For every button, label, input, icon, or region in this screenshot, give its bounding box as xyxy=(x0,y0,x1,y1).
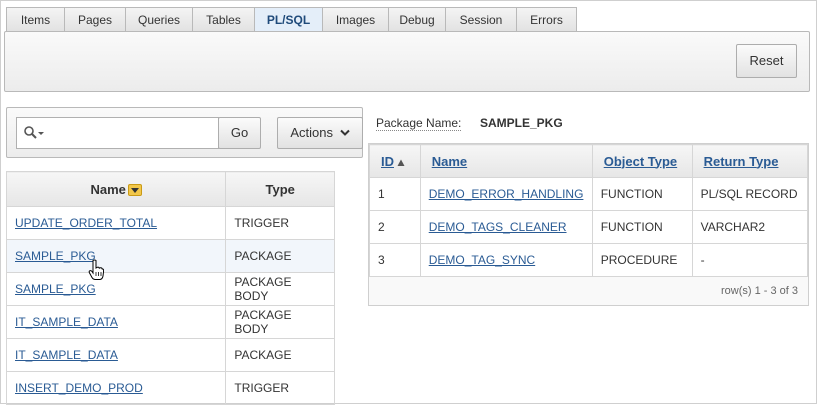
search-input[interactable] xyxy=(49,122,217,146)
search-bar: Go Actions xyxy=(6,107,363,158)
search-icon[interactable] xyxy=(23,125,47,141)
tab-errors[interactable]: Errors xyxy=(516,7,577,31)
object-type-cell: TRIGGER xyxy=(225,371,335,405)
hand-pointer-icon xyxy=(88,259,104,280)
tab-session[interactable]: Session xyxy=(445,7,517,31)
object-type-cell: FUNCTION xyxy=(591,177,693,211)
chevron-down-icon xyxy=(339,129,350,136)
return-type-cell: - xyxy=(691,243,809,277)
package-name-value: SAMPLE_PKG xyxy=(480,116,563,130)
object-link[interactable]: SAMPLE_PKG xyxy=(15,249,96,263)
object-link[interactable]: IT_SAMPLE_DATA xyxy=(15,348,118,362)
member-link[interactable]: DEMO_TAG_SYNC xyxy=(429,253,535,267)
object-link[interactable]: SAMPLE_PKG xyxy=(15,282,96,296)
return-type-cell: VARCHAR2 xyxy=(691,210,809,244)
column-header-id[interactable]: ID xyxy=(369,144,421,178)
column-header-type[interactable]: Type xyxy=(225,171,335,207)
object-type-cell: PACKAGE xyxy=(225,239,335,273)
sort-asc-icon[interactable] xyxy=(397,159,405,167)
column-header-return-type[interactable]: Return Type xyxy=(691,144,809,178)
tab-bar: Items Pages Queries Tables PL/SQL Images… xyxy=(6,7,577,32)
object-type-cell: PACKAGE BODY xyxy=(225,272,335,306)
object-type-cell: PACKAGE xyxy=(225,338,335,372)
column-header-name[interactable]: Name xyxy=(5,171,227,207)
toolbar: Reset xyxy=(4,31,810,92)
tab-images[interactable]: Images xyxy=(322,7,389,31)
search-field[interactable] xyxy=(16,117,219,149)
object-link[interactable]: INSERT_DEMO_PROD xyxy=(15,381,143,395)
member-link[interactable]: DEMO_ERROR_HANDLING xyxy=(429,187,584,201)
tab-debug[interactable]: Debug xyxy=(388,7,446,31)
object-link[interactable]: UPDATE_ORDER_TOTAL xyxy=(15,216,157,230)
tab-tables[interactable]: Tables xyxy=(192,7,255,31)
tab-pages[interactable]: Pages xyxy=(64,7,126,31)
object-type-cell: FUNCTION xyxy=(591,210,693,244)
table-row: INSERT_DEMO_PROD TRIGGER xyxy=(5,371,335,405)
object-type-cell: TRIGGER xyxy=(225,206,335,240)
table-row: UPDATE_ORDER_TOTAL TRIGGER xyxy=(5,206,335,240)
package-name-label: Package Name: xyxy=(376,116,462,131)
object-link[interactable]: IT_SAMPLE_DATA xyxy=(15,315,118,329)
objects-report: Name Type UPDATE_ORDER_TOTAL TRIGGER SAM… xyxy=(5,171,335,405)
table-row: SAMPLE_PKG PACKAGE xyxy=(5,239,335,273)
table-row: 1 DEMO_ERROR_HANDLING FUNCTION PL/SQL RE… xyxy=(369,177,809,211)
table-row: SAMPLE_PKG PACKAGE BODY xyxy=(5,272,335,306)
member-link[interactable]: DEMO_TAGS_CLEANER xyxy=(429,220,567,234)
actions-label: Actions xyxy=(290,125,333,140)
return-type-cell: PL/SQL RECORD xyxy=(691,177,809,211)
actions-menu-button[interactable]: Actions xyxy=(277,117,363,149)
object-type-cell: PACKAGE BODY xyxy=(225,305,335,339)
reset-button[interactable]: Reset xyxy=(736,44,797,78)
tab-items[interactable]: Items xyxy=(6,7,65,31)
table-row: 3 DEMO_TAG_SYNC PROCEDURE - xyxy=(369,243,809,277)
column-header-object-type[interactable]: Object Type xyxy=(591,144,693,178)
tab-queries[interactable]: Queries xyxy=(125,7,193,31)
pagination-info: row(s) 1 - 3 of 3 xyxy=(720,285,798,297)
id-cell: 1 xyxy=(369,177,421,211)
sort-desc-icon[interactable] xyxy=(127,183,142,196)
table-row: 2 DEMO_TAGS_CLEANER FUNCTION VARCHAR2 xyxy=(369,210,809,244)
tab-plsql[interactable]: PL/SQL xyxy=(254,7,323,31)
column-header-name[interactable]: Name xyxy=(419,144,593,178)
table-row: IT_SAMPLE_DATA PACKAGE xyxy=(5,338,335,372)
members-report: ID Name Object Type Return Type 1 DEMO_E… xyxy=(368,143,809,306)
go-button[interactable]: Go xyxy=(218,117,261,149)
id-cell: 2 xyxy=(369,210,421,244)
table-row: IT_SAMPLE_DATA PACKAGE BODY xyxy=(5,305,335,339)
object-type-cell: PROCEDURE xyxy=(591,243,693,277)
members-table: ID Name Object Type Return Type 1 DEMO_E… xyxy=(369,144,809,277)
id-cell: 3 xyxy=(369,243,421,277)
